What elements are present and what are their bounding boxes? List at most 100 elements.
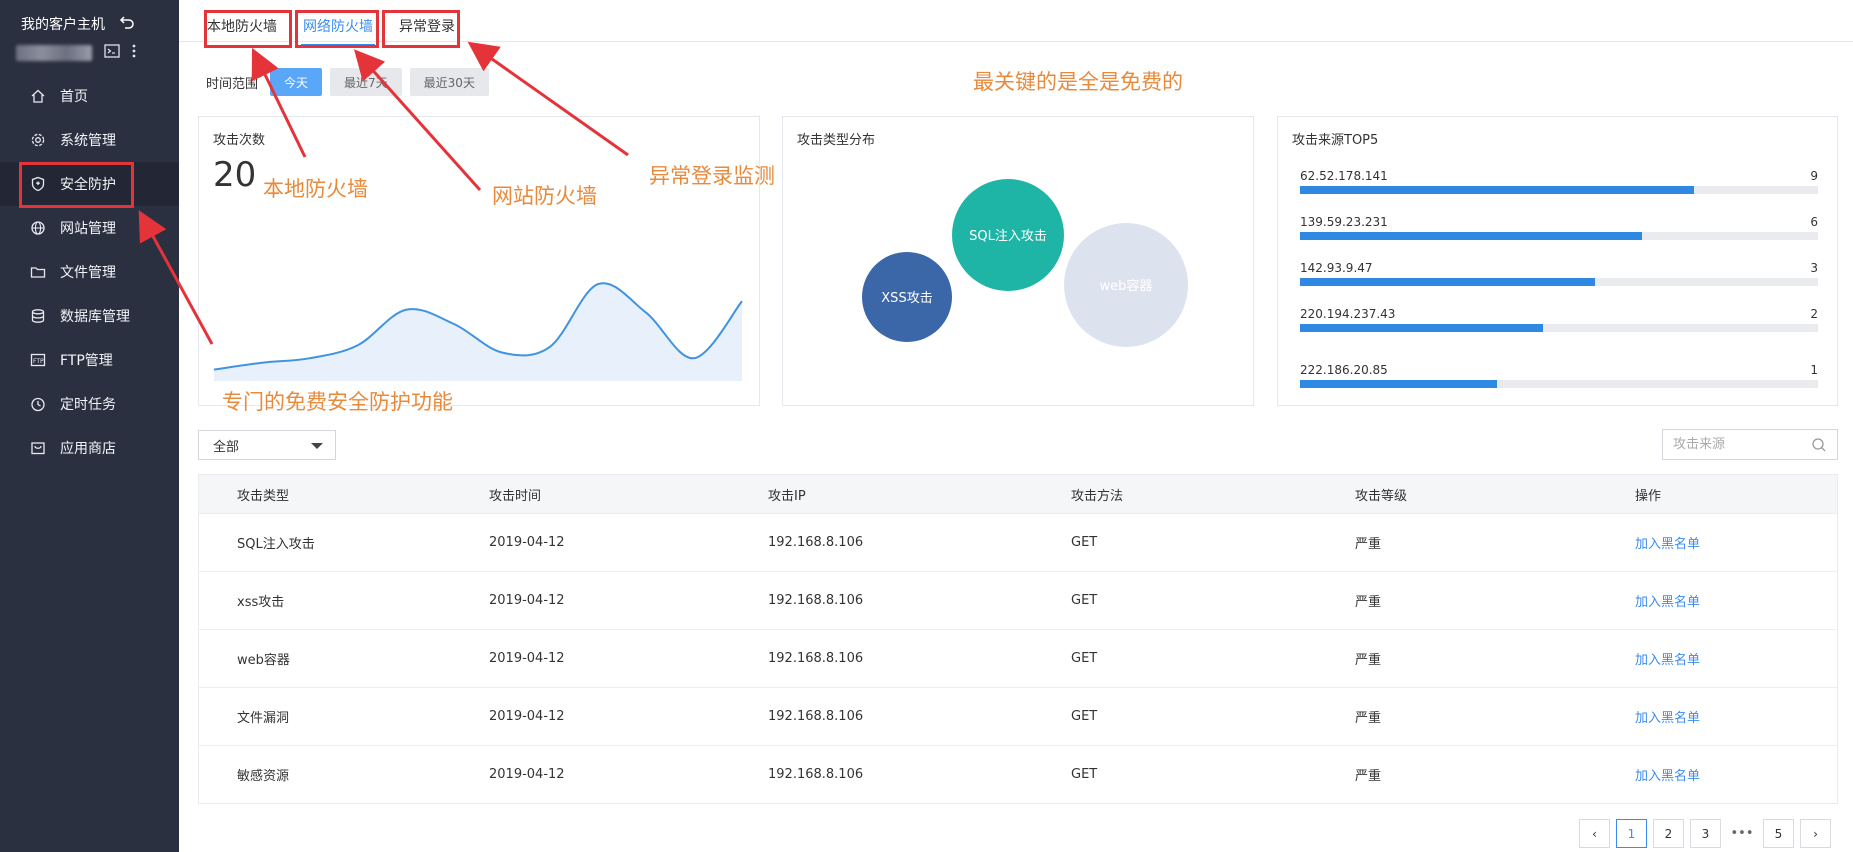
attack-trend-chart [213, 282, 743, 381]
source-row: 139.59.23.231 6 [1300, 215, 1818, 240]
chevron-down-icon [311, 443, 323, 449]
page-ellipsis[interactable]: ••• [1727, 826, 1757, 841]
col-level-header: 攻击等级 [1355, 488, 1408, 504]
cell-type: 敏感资源 [237, 769, 290, 784]
blacklist-link[interactable]: 加入黑名单 [1635, 765, 1837, 784]
globe-icon [30, 220, 46, 236]
sidebar-item-files[interactable]: 文件管理 [0, 250, 179, 294]
cell-time: 2019-04-12 [489, 651, 565, 666]
cell-time: 2019-04-12 [489, 709, 565, 724]
time-range-7days[interactable]: 最近7天 [330, 68, 402, 96]
select-value: 全部 [213, 439, 240, 455]
sidebar-item-label: 文件管理 [60, 265, 116, 281]
sidebar-item-cron[interactable]: 定时任务 [0, 382, 179, 426]
time-range-label: 时间范围 [206, 76, 259, 92]
sidebar: 我的客户主机 首页 系统管理 安全防护 网站管理 文件管理 数据库管理 FTP … [0, 0, 179, 852]
source-bar-track [1300, 278, 1818, 286]
col-ip-header: 攻击IP [768, 488, 806, 504]
cell-type: 文件漏洞 [237, 711, 290, 726]
search-input[interactable] [1673, 437, 1803, 452]
search-icon[interactable] [1811, 437, 1827, 457]
annotation-box-local-firewall [204, 10, 292, 48]
source-ip: 139.59.23.231 [1300, 215, 1388, 229]
sidebar-item-label: 网站管理 [60, 221, 116, 237]
sidebar-item-database[interactable]: 数据库管理 [0, 294, 179, 338]
source-count: 3 [1810, 261, 1818, 275]
cell-method: GET [1071, 651, 1098, 666]
sidebar-item-store[interactable]: 应用商店 [0, 426, 179, 470]
cell-method: GET [1071, 593, 1098, 608]
table-header: 攻击类型 攻击时间 攻击IP 攻击方法 攻击等级 操作 [199, 475, 1837, 513]
table-row: 文件漏洞 2019-04-12 192.168.8.106 GET 严重 加入黑… [199, 687, 1837, 745]
cell-level: 严重 [1355, 595, 1382, 610]
gear-icon [30, 132, 46, 148]
source-bar [1300, 324, 1544, 332]
sidebar-item-label: 首页 [60, 89, 88, 105]
source-row: 142.93.9.47 3 [1300, 261, 1818, 286]
attack-table: 攻击类型 攻击时间 攻击IP 攻击方法 攻击等级 操作 SQL注入攻击 2019… [198, 474, 1838, 804]
annotation-box-login [382, 10, 460, 48]
cell-ip: 192.168.8.106 [768, 767, 864, 782]
source-bar-track [1300, 380, 1818, 388]
source-row: 220.194.237.43 2 [1300, 307, 1818, 332]
annotation-web-firewall: 网站防火墙 [492, 184, 597, 208]
sidebar-nav: 首页 系统管理 安全防护 网站管理 文件管理 数据库管理 FTP FTP管理 定… [0, 74, 179, 470]
cell-type: xss攻击 [237, 595, 285, 610]
sidebar-item-label: 数据库管理 [60, 309, 130, 325]
prev-page-button[interactable]: ‹ [1579, 819, 1610, 848]
sidebar-item-website[interactable]: 网站管理 [0, 206, 179, 250]
sidebar-item-label: 定时任务 [60, 397, 116, 413]
sidebar-item-system[interactable]: 系统管理 [0, 118, 179, 162]
source-ip: 222.186.20.85 [1300, 363, 1388, 377]
attack-source-title: 攻击来源TOP5 [1292, 133, 1379, 148]
time-range: 时间范围 今天 最近7天 最近30天 [206, 68, 489, 96]
source-count: 6 [1810, 215, 1818, 229]
cell-method: GET [1071, 535, 1098, 550]
cell-level: 严重 [1355, 653, 1382, 668]
cell-type: SQL注入攻击 [237, 537, 315, 552]
col-method-header: 攻击方法 [1071, 488, 1124, 504]
blacklist-link[interactable]: 加入黑名单 [1635, 707, 1837, 726]
page-1-button[interactable]: 1 [1616, 819, 1647, 848]
page-3-button[interactable]: 3 [1690, 819, 1721, 848]
cell-time: 2019-04-12 [489, 535, 565, 550]
blacklist-link[interactable]: 加入黑名单 [1635, 533, 1837, 552]
back-icon[interactable] [119, 14, 135, 34]
col-time-header: 攻击时间 [489, 488, 542, 504]
cell-type: web容器 [237, 653, 290, 668]
time-range-30days[interactable]: 最近30天 [409, 68, 489, 96]
source-bar [1300, 380, 1497, 388]
sidebar-item-ftp[interactable]: FTP FTP管理 [0, 338, 179, 382]
ftp-icon: FTP [30, 352, 46, 368]
cell-ip: 192.168.8.106 [768, 593, 864, 608]
host-title: 我的客户主机 [21, 17, 105, 33]
table-row: SQL注入攻击 2019-04-12 192.168.8.106 GET 严重 … [199, 513, 1837, 571]
blacklist-link[interactable]: 加入黑名单 [1635, 649, 1837, 668]
attack-source-card: 攻击来源TOP5 62.52.178.141 9 139.59.23.231 6 142… [1277, 116, 1838, 406]
page-2-button[interactable]: 2 [1653, 819, 1684, 848]
terminal-icon[interactable] [104, 44, 120, 62]
more-vertical-icon[interactable] [132, 44, 136, 62]
clock-icon [30, 396, 46, 412]
database-icon [30, 308, 46, 324]
blacklist-link[interactable]: 加入黑名单 [1635, 591, 1837, 610]
attack-count-title: 攻击次数 [213, 133, 266, 148]
host-title-row: 我的客户主机 [21, 14, 135, 34]
sidebar-item-label: FTP管理 [60, 353, 113, 369]
source-bar [1300, 278, 1596, 286]
cell-level: 严重 [1355, 769, 1382, 784]
cell-ip: 192.168.8.106 [768, 651, 864, 666]
source-ip: 220.194.237.43 [1300, 307, 1396, 321]
annotation-local-firewall: 本地防火墙 [263, 177, 368, 201]
page-5-button[interactable]: 5 [1763, 819, 1794, 848]
home-icon [30, 88, 46, 104]
sidebar-item-label: 应用商店 [60, 441, 116, 457]
cell-time: 2019-04-12 [489, 767, 565, 782]
sidebar-item-home[interactable]: 首页 [0, 74, 179, 118]
time-range-today[interactable]: 今天 [270, 68, 323, 96]
app-root: 我的客户主机 首页 系统管理 安全防护 网站管理 文件管理 数据库管理 FTP … [0, 0, 1853, 852]
store-icon [30, 440, 46, 456]
bubble-web-label: web容器 [1100, 278, 1153, 294]
next-page-button[interactable]: › [1800, 819, 1831, 848]
attack-type-select[interactable]: 全部 [198, 430, 336, 460]
